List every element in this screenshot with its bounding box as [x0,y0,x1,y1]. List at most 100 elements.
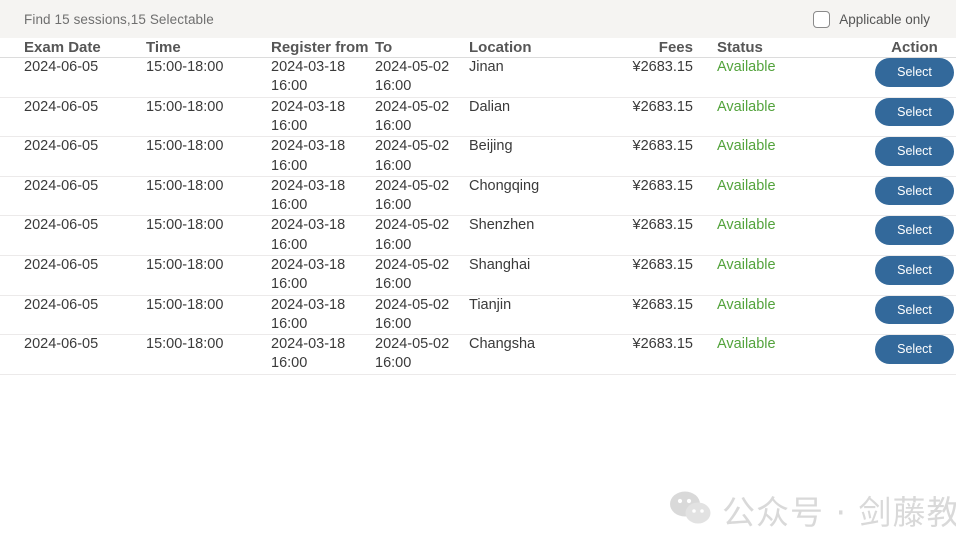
cell-location: Changsha [469,334,602,375]
cell-exam-date: 2024-06-05 [0,295,146,336]
wechat-icon [668,490,712,531]
table-row: 2024-06-05 15:00-18:00 2024-03-18 16:00 … [0,176,956,217]
cell-location: Dalian [469,97,602,138]
select-button[interactable]: Select [875,97,954,127]
cell-location: Chongqing [469,176,602,217]
cell-status: Available [693,295,845,336]
column-header-status: Status [693,38,845,59]
cell-exam-date: 2024-06-05 [0,255,146,296]
results-toolbar: Find 15 sessions,15 Selectable Applicabl… [0,0,956,38]
cell-exam-date: 2024-06-05 [0,334,146,375]
table-body: 2024-06-05 15:00-18:00 2024-03-18 16:00 … [0,57,956,375]
column-header-exam-date: Exam Date [0,38,146,59]
cell-status: Available [693,255,845,296]
sessions-table: Exam Date Time Register from To Location… [0,38,956,375]
cell-time: 15:00-18:00 [146,255,271,296]
select-button[interactable]: Select [875,216,954,245]
cell-exam-date: 2024-06-05 [0,136,146,177]
watermark-text: 公众号 · 剑藤教育 [722,493,956,532]
cell-exam-date: 2024-06-05 [0,176,146,217]
cell-to: 2024-05-02 16:00 [375,57,469,98]
cell-location: Jinan [469,57,602,98]
status-badge: Available [717,296,776,313]
select-button[interactable]: Select [875,256,954,285]
select-button[interactable]: Select [875,335,954,364]
cell-time: 15:00-18:00 [146,295,271,336]
cell-exam-date: 2024-06-05 [0,97,146,138]
cell-to: 2024-05-02 16:00 [375,215,469,256]
cell-register-from: 2024-03-18 16:00 [271,136,375,177]
cell-register-from: 2024-03-18 16:00 [271,255,375,296]
results-summary: Find 15 sessions,15 Selectable [24,11,214,27]
status-badge: Available [717,138,776,155]
cell-time: 15:00-18:00 [146,136,271,177]
cell-status: Available [693,176,845,217]
cell-fees: ¥2683.15 [602,255,693,296]
status-badge: Available [717,177,776,194]
cell-to: 2024-05-02 16:00 [375,176,469,217]
cell-register-from: 2024-03-18 16:00 [271,176,375,217]
applicable-only-filter[interactable]: Applicable only [813,10,930,28]
status-badge: Available [717,217,776,234]
cell-status: Available [693,215,845,256]
cell-status: Available [693,334,845,375]
cell-action: Select [845,97,956,138]
cell-register-from: 2024-03-18 16:00 [271,97,375,138]
table-row: 2024-06-05 15:00-18:00 2024-03-18 16:00 … [0,57,956,98]
select-button[interactable]: Select [875,58,954,87]
cell-register-from: 2024-03-18 16:00 [271,295,375,336]
cell-to: 2024-05-02 16:00 [375,97,469,138]
cell-time: 15:00-18:00 [146,57,271,98]
cell-fees: ¥2683.15 [602,295,693,336]
cell-time: 15:00-18:00 [146,176,271,217]
column-header-action: Action [845,38,956,59]
status-badge: Available [717,257,776,273]
cell-fees: ¥2683.15 [602,57,693,98]
cell-location: Shenzhen [469,215,602,256]
table-header-row: Exam Date Time Register from To Location… [0,38,956,59]
watermark: 公众号 · 剑藤教育 [668,486,956,534]
status-badge: Available [717,59,776,76]
cell-action: Select [845,136,956,177]
cell-location: Beijing [469,136,602,177]
column-header-location: Location [469,38,602,59]
select-button[interactable]: Select [875,176,954,206]
cell-to: 2024-05-02 16:00 [375,334,469,375]
cell-to: 2024-05-02 16:00 [375,255,469,296]
table-row: 2024-06-05 15:00-18:00 2024-03-18 16:00 … [0,255,956,296]
cell-register-from: 2024-03-18 16:00 [271,215,375,256]
column-header-time: Time [146,38,271,59]
cell-fees: ¥2683.15 [602,136,693,177]
cell-fees: ¥2683.15 [602,334,693,375]
cell-exam-date: 2024-06-05 [0,215,146,256]
select-button[interactable]: Select [875,295,954,325]
status-badge: Available [717,98,776,115]
column-header-to: To [375,38,469,59]
cell-action: Select [845,255,956,296]
cell-status: Available [693,97,845,138]
applicable-only-label: Applicable only [839,11,930,27]
select-button[interactable]: Select [875,137,954,166]
cell-location: Shanghai [469,255,602,296]
cell-register-from: 2024-03-18 16:00 [271,334,375,375]
cell-action: Select [845,176,956,217]
cell-register-from: 2024-03-18 16:00 [271,57,375,98]
cell-location: Tianjin [469,295,602,336]
cell-to: 2024-05-02 16:00 [375,136,469,177]
column-header-register-from: Register from [271,38,375,59]
cell-time: 15:00-18:00 [146,334,271,375]
cell-fees: ¥2683.15 [602,97,693,138]
cell-to: 2024-05-02 16:00 [375,295,469,336]
cell-status: Available [693,57,845,98]
cell-action: Select [845,215,956,256]
cell-exam-date: 2024-06-05 [0,57,146,98]
applicable-only-checkbox[interactable] [813,10,831,28]
cell-fees: ¥2683.15 [602,176,693,217]
table-row: 2024-06-05 15:00-18:00 2024-03-18 16:00 … [0,136,956,177]
cell-action: Select [845,334,956,375]
table-header: Exam Date Time Register from To Location… [0,38,956,59]
table-row: 2024-06-05 15:00-18:00 2024-03-18 16:00 … [0,295,956,336]
cell-time: 15:00-18:00 [146,215,271,256]
column-header-fees: Fees [602,38,693,59]
cell-action: Select [845,57,956,98]
